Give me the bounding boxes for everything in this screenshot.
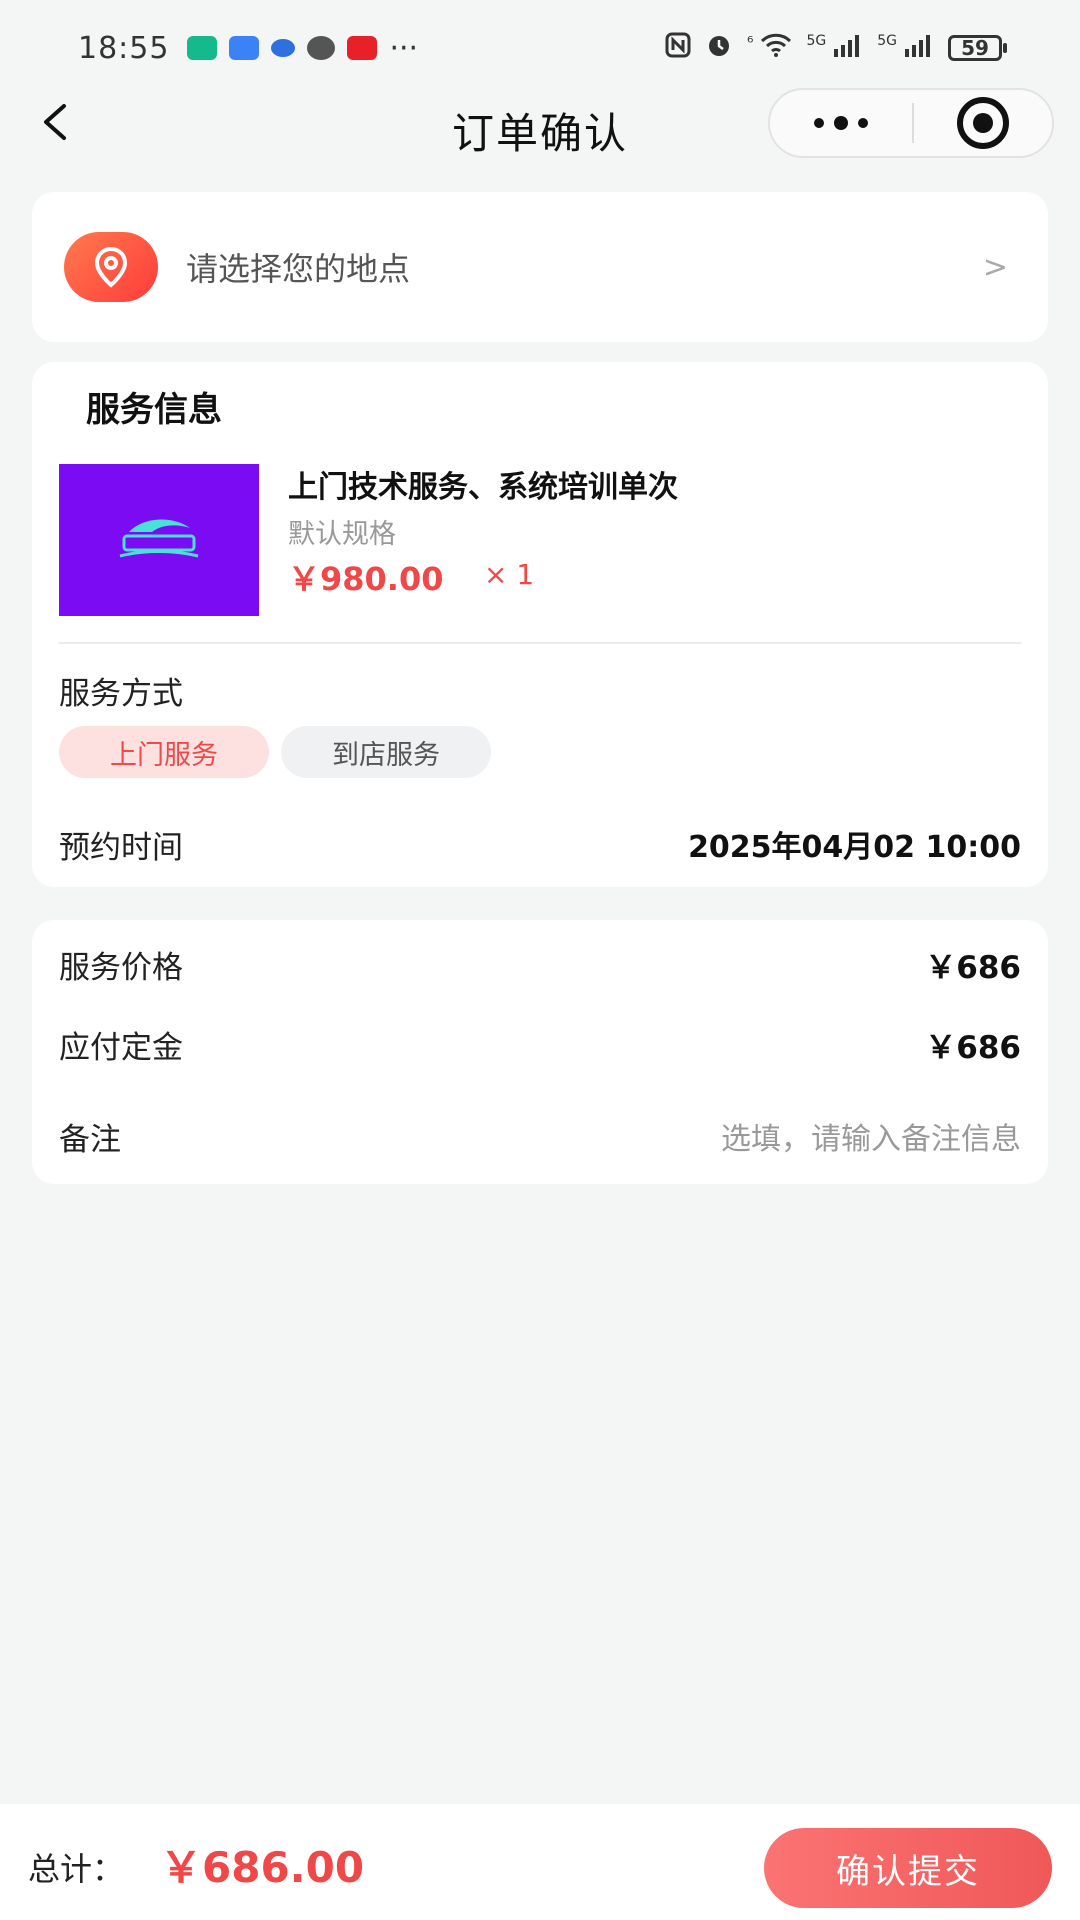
wifi-label: ⁶ bbox=[747, 33, 754, 52]
remark-label: 备注 bbox=[59, 1122, 121, 1158]
dolphin-logo-icon bbox=[119, 519, 199, 558]
cloud-app-icon bbox=[271, 39, 296, 57]
alarm-icon bbox=[705, 31, 733, 65]
more-dots-icon bbox=[814, 116, 868, 130]
total-value: ￥686.00 bbox=[160, 1843, 365, 1892]
signal-icon-1: 5G bbox=[806, 33, 863, 63]
wifi-icon: ⁶ bbox=[747, 33, 792, 63]
appointment-time-label: 预约时间 bbox=[59, 830, 183, 866]
location-pin-icon bbox=[64, 232, 158, 302]
wechat-icon bbox=[307, 36, 336, 60]
section-title: 服务信息 bbox=[86, 390, 222, 430]
app-notification-icon bbox=[187, 36, 218, 60]
chip-store-service[interactable]: 到店服务 bbox=[281, 726, 491, 778]
deposit-label: 应付定金 bbox=[59, 1030, 183, 1066]
status-time: 18:55 bbox=[78, 30, 170, 66]
red-app-icon bbox=[347, 36, 378, 60]
location-selector[interactable]: 请选择您的地点 > bbox=[32, 192, 1048, 342]
battery-icon: 59 bbox=[948, 35, 1007, 61]
service-price-label: 服务价格 bbox=[59, 950, 183, 986]
product-image bbox=[59, 464, 259, 616]
service-info-card: 服务信息 上门技术服务、系统培训单次 默认规格 ￥980.00 × 1 服务方式… bbox=[32, 362, 1048, 887]
signal-2-label: 5G bbox=[877, 33, 897, 49]
close-miniprogram-button[interactable] bbox=[914, 90, 1052, 156]
product-quantity: × 1 bbox=[484, 558, 535, 591]
more-button[interactable] bbox=[770, 90, 912, 156]
total-label: 总计： bbox=[28, 1850, 125, 1888]
remark-input[interactable]: 选填，请输入备注信息 bbox=[721, 1114, 1021, 1158]
submit-button[interactable]: 确认提交 bbox=[764, 1828, 1052, 1908]
more-notifications-icon: ··· bbox=[389, 30, 419, 66]
service-method-label: 服务方式 bbox=[59, 676, 183, 712]
service-price-value: ￥686 bbox=[925, 950, 1021, 986]
status-bar: 18:55 ··· ⁶ 5G 5G 59 bbox=[0, 0, 1080, 96]
bottom-bar: 总计： ￥686.00 确认提交 bbox=[0, 1804, 1080, 1920]
target-icon bbox=[957, 97, 1009, 149]
miniprogram-capsule bbox=[768, 88, 1054, 158]
signal-1-label: 5G bbox=[806, 33, 827, 49]
shopping-app-icon bbox=[229, 36, 260, 60]
location-placeholder: 请选择您的地点 bbox=[186, 250, 411, 288]
divider bbox=[59, 642, 1021, 644]
signal-icon-2: 5G bbox=[877, 33, 934, 63]
nfc-icon bbox=[665, 32, 691, 64]
product-spec: 默认规格 bbox=[288, 519, 396, 550]
chip-home-service[interactable]: 上门服务 bbox=[59, 726, 269, 778]
product-price: ￥980.00 bbox=[288, 560, 444, 598]
chevron-right-icon: > bbox=[982, 249, 1008, 285]
product-name: 上门技术服务、系统培训单次 bbox=[288, 470, 678, 505]
appointment-time-value[interactable]: 2025年04月02 10:00 bbox=[688, 822, 1021, 866]
deposit-value: ￥686 bbox=[925, 1030, 1021, 1066]
pricing-card: 服务价格 ￥686 应付定金 ￥686 备注 选填，请输入备注信息 bbox=[32, 920, 1048, 1184]
